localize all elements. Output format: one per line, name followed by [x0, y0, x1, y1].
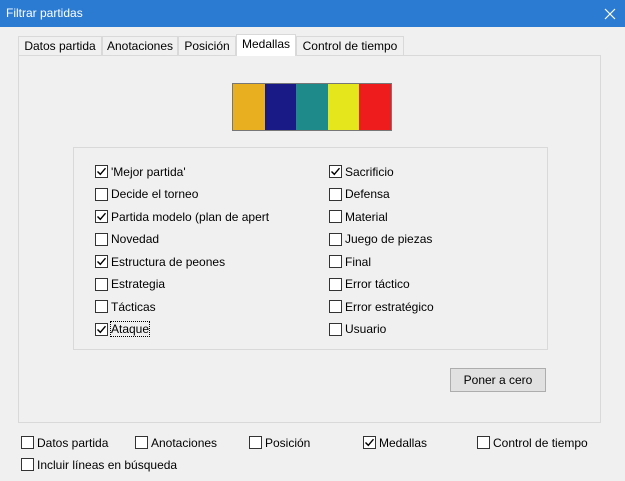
tab-medallas[interactable]: Medallas: [236, 34, 296, 56]
title-bar: Filtrar partidas: [0, 0, 625, 27]
checkbox-label: Anotaciones: [151, 435, 218, 450]
checkbox-label: Medallas: [379, 435, 428, 450]
include-posicion-checkbox[interactable]: Posición: [249, 434, 310, 451]
medalla-checkbox[interactable]: Ataque: [95, 321, 151, 338]
checkbox-label: Error estratégico: [345, 299, 434, 314]
checkbox-icon: [95, 187, 108, 201]
checkbox-icon: [135, 436, 148, 449]
medal-stripe: [327, 84, 360, 130]
checkbox-label: Ataque: [109, 321, 151, 337]
tab-anotaciones[interactable]: Anotaciones: [102, 36, 178, 56]
close-icon[interactable]: [595, 0, 625, 27]
tab-panel-medallas: 'Mejor partida' Decide el torneo Partida m…: [18, 55, 601, 423]
medal-stripe: [233, 84, 265, 130]
checkbox-label: Tácticas: [111, 299, 156, 314]
checkbox-label: Decide el torneo: [111, 187, 199, 201]
checkbox-icon: [95, 255, 108, 268]
checkbox-icon: [95, 277, 108, 291]
checkbox-label: Control de tiempo: [493, 435, 588, 450]
checkbox-label: Material: [345, 209, 388, 224]
tab-label: Posición: [184, 39, 230, 53]
checkbox-label: Partida modelo (plan de apert: [111, 209, 270, 224]
medal-stripe: [296, 84, 328, 130]
medalla-checkbox[interactable]: Usuario: [329, 321, 386, 338]
medalla-checkbox[interactable]: Material: [329, 208, 388, 225]
checkbox-icon: [21, 436, 34, 449]
tab-label: Datos partida: [24, 39, 96, 53]
checkbox-label: Final: [345, 254, 372, 269]
medal-stripe: [264, 84, 297, 130]
checkbox-icon: [477, 436, 490, 449]
medalla-checkbox[interactable]: Estrategia: [95, 276, 165, 293]
tab-label: Control de tiempo: [302, 39, 398, 53]
reset-button[interactable]: Poner a cero: [450, 368, 546, 392]
medalla-checkbox[interactable]: Estructura de peones: [95, 253, 225, 270]
medalla-checkbox[interactable]: Tácticas: [95, 298, 156, 315]
medalla-checkbox[interactable]: Final: [329, 253, 371, 270]
medallas-group: 'Mejor partida' Decide el torneo Partida m…: [73, 147, 548, 350]
checkbox-label: Novedad: [111, 232, 160, 246]
checkbox-icon: [329, 210, 342, 223]
checkbox-icon: [329, 300, 342, 313]
reset-button-label: Poner a cero: [463, 373, 533, 387]
medalla-checkbox[interactable]: Sacrificio: [329, 163, 394, 180]
medal-stripe: [359, 84, 391, 130]
incluir-lineas-checkbox[interactable]: Incluir líneas en búsqueda: [21, 456, 177, 473]
tab-label: Anotaciones: [106, 39, 174, 53]
medalla-checkbox[interactable]: Juego de piezas: [329, 231, 432, 248]
checkbox-icon: [329, 322, 342, 336]
include-medallas-checkbox[interactable]: Medallas: [363, 434, 427, 451]
medalla-checkbox[interactable]: Error táctico: [329, 276, 410, 293]
checkbox-icon: [329, 165, 342, 178]
checkbox-icon: [95, 210, 108, 223]
checkbox-icon: [95, 165, 108, 178]
checkbox-icon: [329, 255, 342, 268]
checkbox-icon: [21, 458, 34, 471]
checkbox-label: Sacrificio: [345, 164, 394, 179]
checkbox-label: Defensa: [345, 187, 390, 201]
checkbox-label: Juego de piezas: [345, 232, 433, 246]
checkbox-label: Incluir líneas en búsqueda: [37, 457, 178, 472]
tab-datos-partida[interactable]: Datos partida: [18, 36, 102, 56]
checkbox-icon: [95, 232, 108, 246]
checkbox-icon: [249, 436, 262, 449]
include-control-tiempo-checkbox[interactable]: Control de tiempo: [477, 434, 588, 451]
checkbox-icon: [329, 277, 342, 291]
include-anotaciones-checkbox[interactable]: Anotaciones: [135, 434, 217, 451]
tab-control-de-tiempo[interactable]: Control de tiempo: [296, 36, 404, 56]
checkbox-label: Error táctico: [345, 277, 410, 291]
checkbox-label: Usuario: [345, 322, 387, 336]
include-datos-partida-checkbox[interactable]: Datos partida: [21, 434, 108, 451]
checkbox-label: Datos partida: [37, 435, 109, 450]
medalla-checkbox[interactable]: Novedad: [95, 231, 159, 248]
checkbox-icon: [95, 300, 108, 313]
checkbox-label: 'Mejor partida': [111, 164, 186, 179]
medalla-checkbox[interactable]: Error estratégico: [329, 298, 434, 315]
checkbox-label: Estructura de peones: [111, 254, 226, 269]
medal-ribbon: [232, 83, 392, 131]
checkbox-label: Estrategia: [111, 277, 166, 291]
checkbox-icon: [329, 232, 342, 246]
tab-label: Medallas: [241, 37, 291, 51]
medalla-checkbox[interactable]: 'Mejor partida': [95, 163, 186, 180]
checkbox-icon: [329, 187, 342, 201]
tab-posicion[interactable]: Posición: [178, 36, 236, 56]
medalla-checkbox[interactable]: Decide el torneo: [95, 186, 198, 203]
checkbox-icon: [95, 322, 108, 336]
checkbox-icon: [363, 436, 376, 449]
window-title: Filtrar partidas: [6, 6, 83, 20]
medalla-checkbox[interactable]: Defensa: [329, 186, 390, 203]
checkbox-label: Posición: [265, 435, 311, 450]
medalla-checkbox[interactable]: Partida modelo (plan de apert: [95, 208, 269, 225]
